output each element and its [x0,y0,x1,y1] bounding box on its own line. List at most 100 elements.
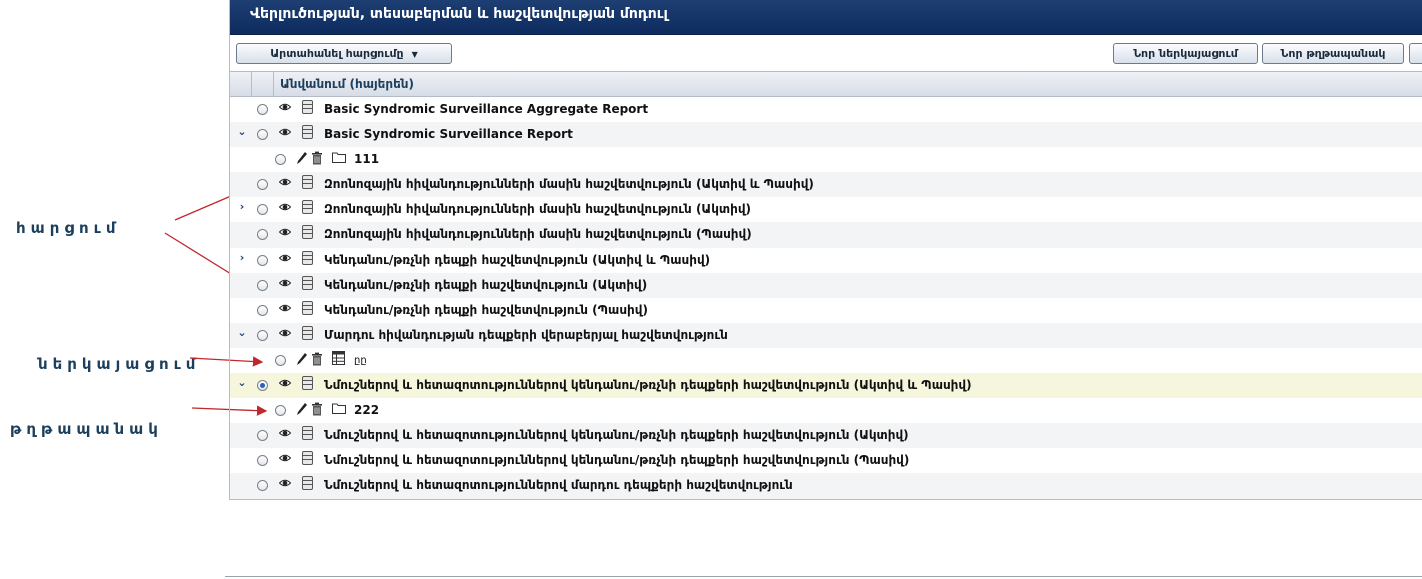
grid-header-select-column [252,72,274,96]
query-name[interactable]: Basic Syndromic Surveillance Report [324,127,573,141]
database-icon [302,125,313,140]
trash-icon[interactable] [311,151,323,168]
eye-icon[interactable] [278,377,292,389]
expand-toggle-icon[interactable]: › [236,251,248,264]
query-row[interactable]: › Կենդանու/թռչնի դեպքի հաշվետվություն (Ակ… [230,248,1422,273]
eye-icon[interactable] [278,427,292,439]
export-query-label: Արտահանել հարցումը [270,47,404,60]
query-name[interactable]: Մարդու հիվանդության դեպքերի վերաբերյալ հ… [324,328,728,342]
row-select-radio[interactable] [257,430,268,442]
analysis-module-panel: Վերլուծության, տեսաբերման և հաշվետվությա… [229,0,1422,500]
query-name[interactable]: Basic Syndromic Surveillance Aggregate R… [324,102,648,116]
query-row[interactable]: Զոոնոզային հիվանդությունների մասին հաշվե… [230,222,1422,248]
query-row[interactable]: Կենդանու/թռչնի դեպքի հաշվետվություն (Ակտ… [230,272,1422,298]
query-name[interactable]: Զոոնոզային հիվանդությունների մասին հաշվե… [324,177,814,191]
eye-icon[interactable] [278,201,292,213]
row-select-radio[interactable] [257,229,268,241]
expand-toggle-icon[interactable]: ⌄ [236,125,248,138]
folder-name[interactable]: 222 [354,403,379,417]
query-row[interactable]: ⌄ Basic Syndromic Surveillance Report [230,122,1422,148]
row-select-radio[interactable] [275,405,286,417]
query-row[interactable]: › Զոոնոզային հիվանդությունների մասին հաշվ… [230,197,1422,222]
chevron-down-icon: ▼ [411,50,418,59]
grid-header-expander-column [230,72,252,96]
trash-icon[interactable] [311,402,323,419]
row-select-radio[interactable] [257,380,268,392]
query-name[interactable]: Նմուշներով և հետազոտություններով մարդու … [324,478,793,492]
query-name[interactable]: Կենդանու/թռչնի դեպքի հաշվետվություն (Ակտ… [324,278,647,292]
eye-icon[interactable] [278,252,292,264]
grid-header-name[interactable]: Անվանում (հայերեն) [280,77,414,91]
expand-toggle-icon[interactable]: ⌄ [236,376,248,389]
database-icon [302,200,313,215]
pencil-icon[interactable] [296,352,308,369]
database-icon [302,275,313,290]
more-button[interactable] [1409,43,1422,64]
folder-row[interactable]: 222 [230,398,1422,423]
pencil-icon[interactable] [296,151,308,168]
query-row[interactable]: Նմուշներով և հետազոտություններով կենդանո… [230,448,1422,473]
query-name[interactable]: Զոոնոզային հիվանդությունների մասին հաշվե… [324,202,751,216]
query-row[interactable]: Կենդանու/թռչնի դեպքի հաշվետվություն (Պաս… [230,298,1422,323]
grid-header: Անվանում (հայերեն) [230,71,1422,97]
query-name[interactable]: Կենդանու/թռչնի դեպքի հաշվետվություն (Ակտ… [324,253,710,267]
query-row[interactable]: ⌄ Մարդու հիվանդության դեպքերի վերաբերյալ … [230,322,1422,348]
folder-icon [332,151,346,166]
export-query-button[interactable]: Արտահանել հարցումը ▼ [236,43,452,64]
row-select-radio[interactable] [257,329,268,341]
query-row[interactable]: Զոոնոզային հիվանդությունների մասին հաշվե… [230,172,1422,198]
row-select-radio[interactable] [257,129,268,141]
database-icon [302,376,313,391]
eye-icon[interactable] [278,101,292,113]
query-row[interactable]: Basic Syndromic Surveillance Aggregate R… [230,97,1422,122]
query-name[interactable]: Կենդանու/թռչնի դեպքի հաշվետվություն (Պաս… [324,303,648,317]
trash-icon[interactable] [311,352,323,369]
query-row[interactable]: ⌄ Նմուշներով և հետազոտություններով կենդան… [230,373,1422,399]
layout-row[interactable]: ըը [230,348,1422,373]
eye-icon[interactable] [278,302,292,314]
bottom-divider [225,576,1422,577]
pencil-icon[interactable] [296,402,308,419]
database-icon [302,451,313,466]
row-select-radio[interactable] [257,455,268,467]
query-name[interactable]: Նմուշներով և հետազոտություններով կենդանո… [324,378,972,392]
query-tree: Basic Syndromic Surveillance Aggregate R… [230,97,1422,499]
database-icon [302,225,313,240]
row-select-radio[interactable] [275,354,286,366]
query-name[interactable]: Նմուշներով և հետազոտություններով կենդանո… [324,428,909,442]
database-icon [302,175,313,190]
folder-name[interactable]: 111 [354,152,379,166]
row-select-radio[interactable] [257,254,268,266]
database-icon [302,100,313,114]
eye-icon[interactable] [278,176,292,188]
row-select-radio[interactable] [257,204,268,216]
folder-icon [332,402,346,417]
folder-row[interactable]: 111 [230,147,1422,172]
toolbar: Արտահանել հարցումը ▼ Նոր ներկայացում Նոր … [230,35,1422,71]
eye-icon[interactable] [278,452,292,464]
new-layout-button[interactable]: Նոր ներկայացում [1113,43,1258,64]
eye-icon[interactable] [278,327,292,339]
row-select-radio[interactable] [257,480,268,492]
annotation-query: հարցում [16,219,121,237]
row-select-radio[interactable] [257,104,268,115]
new-folder-button[interactable]: Նոր թղթապանակ [1262,43,1404,64]
row-select-radio[interactable] [275,154,286,166]
row-select-radio[interactable] [257,179,268,191]
query-name[interactable]: Զոոնոզային հիվանդությունների մասին հաշվե… [324,227,752,241]
database-icon [302,476,313,491]
expand-toggle-icon[interactable]: › [236,200,248,213]
expand-toggle-icon[interactable]: ⌄ [236,326,248,339]
query-row[interactable]: Նմուշներով և հետազոտություններով մարդու … [230,473,1422,499]
query-name[interactable]: Նմուշներով և հետազոտություններով կենդանո… [324,453,909,467]
row-select-radio[interactable] [257,279,268,291]
annotation-layout: ներկայացում [38,355,201,373]
eye-icon[interactable] [278,226,292,238]
row-select-radio[interactable] [257,304,268,316]
annotation-folder: թղթապանակ [10,420,163,438]
layout-name[interactable]: ըը [354,355,367,366]
eye-icon[interactable] [278,126,292,138]
eye-icon[interactable] [278,277,292,289]
eye-icon[interactable] [278,477,292,489]
query-row[interactable]: Նմուշներով և հետազոտություններով կենդանո… [230,423,1422,449]
